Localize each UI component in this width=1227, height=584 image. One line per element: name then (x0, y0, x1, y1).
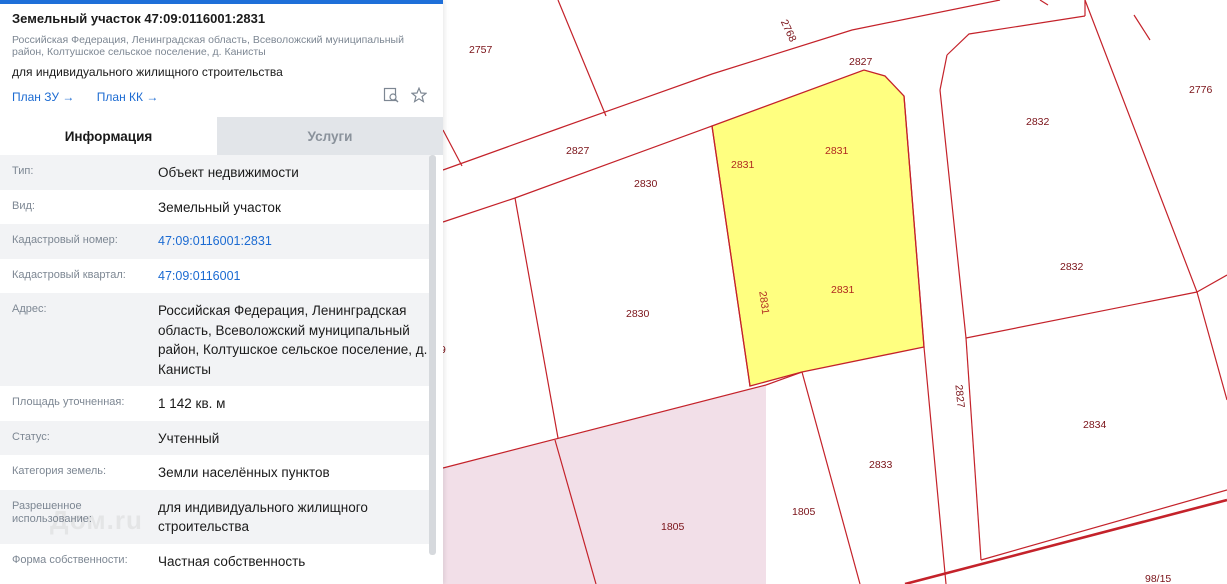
plot-label: 2757 (469, 44, 493, 56)
table-row: Кадастровый номер: 47:09:0116001:2831 (0, 224, 430, 259)
plot-label: 2830 (634, 178, 658, 190)
table-row: Кадастровый квартал: 47:09:0116001 (0, 259, 430, 294)
row-value: Земельный участок (158, 199, 281, 215)
table-row: Адрес: Российская Федерация, Ленинградск… (0, 293, 430, 386)
table-row: Площадь уточненная: 1 142 кв. м (0, 386, 430, 421)
row-key: Вид: (12, 199, 35, 212)
pink-parcel[interactable] (443, 385, 766, 584)
row-value: Земли населённых пунктов (158, 465, 330, 480)
row-value: Учтенный (158, 430, 220, 446)
tab-information[interactable]: Информация (0, 117, 217, 155)
object-title: Земельный участок 47:09:0116001:2831 (12, 11, 266, 26)
row-key: Тип: (12, 165, 34, 177)
panel-accent-line (0, 0, 443, 4)
row-value: 1 142 кв. м (158, 396, 226, 411)
table-row: Категория земель: Земли населённых пункт… (0, 455, 430, 490)
plot-label: 2776 (1189, 84, 1213, 96)
panel-scrollbar[interactable] (429, 155, 436, 555)
row-key: Кадастровый квартал: (12, 268, 126, 281)
plot-label: 2833 (869, 459, 893, 471)
plot-label: 2834 (1083, 419, 1107, 431)
table-row: Форма собственности: Частная собственнос… (0, 544, 430, 579)
object-info-panel: Земельный участок 47:09:0116001:2831 Рос… (0, 0, 443, 584)
plot-label: 2832 (1060, 261, 1084, 273)
row-key: Кадастровый номер: (12, 234, 118, 246)
object-address: Российская Федерация, Ленинградская обла… (12, 34, 404, 58)
plot-label: 98/15 (1145, 573, 1171, 584)
row-value: Объект недвижимости (158, 165, 299, 180)
table-row: Тип: Объект недвижимости (0, 155, 430, 190)
panel-tabs: Информация Услуги (0, 117, 443, 155)
plan-kk-link[interactable]: План КК → (97, 90, 159, 104)
search-document-icon[interactable] (383, 87, 399, 103)
panel-header: Земельный участок 47:09:0116001:2831 Рос… (0, 0, 443, 104)
selected-parcel-2831[interactable] (711, 69, 925, 387)
row-value: Российская Федерация, Ленинградская обла… (158, 303, 428, 377)
plot-label: 2832 (1026, 116, 1050, 128)
plot-label: 1805 (792, 506, 816, 518)
heavy-boundary (904, 498, 1227, 584)
watermark-logo: Дом.ru (50, 505, 143, 535)
row-key: Форма собственности: (12, 553, 128, 566)
row-key: Статус: (12, 430, 50, 443)
plot-label: 2831 (825, 145, 849, 157)
plot-label: 2827 (849, 56, 873, 68)
star-icon[interactable] (410, 86, 428, 103)
row-value: Частная собственность (158, 553, 306, 569)
panel-tools (383, 86, 428, 103)
plot-label: 2827 (952, 384, 966, 409)
cadastral-quarter-link[interactable]: 47:09:0116001 (158, 259, 430, 294)
row-key: Категория земель: (12, 465, 107, 477)
table-row: Вид: Земельный участок (0, 190, 430, 225)
row-key: Площадь уточненная: (12, 396, 125, 408)
plot-label: 1805 (661, 521, 685, 533)
plot-label: 2830 (626, 308, 650, 320)
plot-label: 2831 (831, 284, 855, 296)
row-value: для индивидуального жилищного строительс… (158, 499, 368, 535)
cadastral-number-link[interactable]: 47:09:0116001:2831 (158, 224, 430, 259)
plot-label: 2768 (778, 18, 799, 44)
tab-services[interactable]: Услуги (217, 117, 443, 155)
plan-zu-link[interactable]: План ЗУ → (12, 90, 74, 104)
plot-label: 2831 (731, 159, 755, 171)
row-key: Адрес: (12, 303, 47, 315)
plot-label: 2827 (566, 145, 590, 157)
object-purpose: для индивидуального жилищного строительс… (12, 65, 283, 79)
plan-links: План ЗУ → План КК → (12, 86, 431, 104)
table-row: Статус: Учтенный (0, 420, 430, 455)
